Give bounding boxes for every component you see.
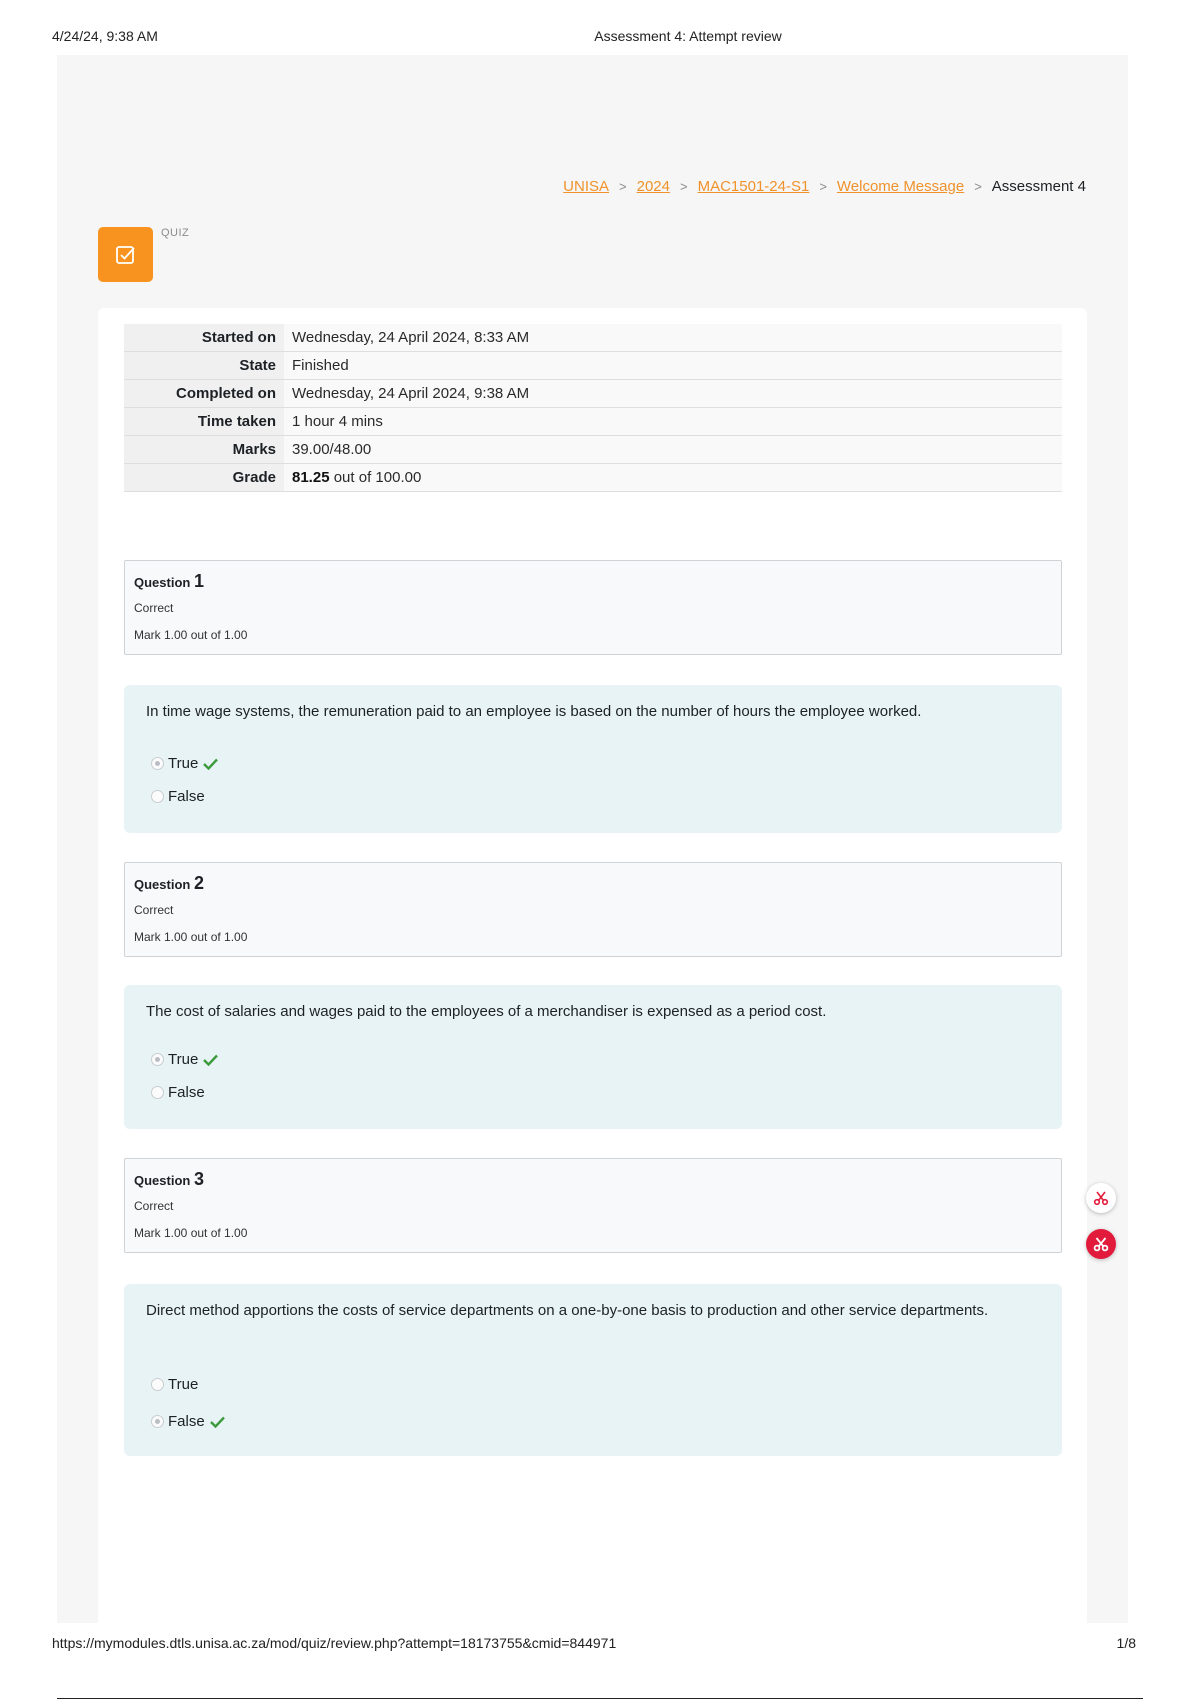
breadcrumb-link-welcome[interactable]: Welcome Message xyxy=(837,178,964,195)
question-num: 2 xyxy=(193,873,204,893)
summary-label: Completed on xyxy=(124,379,284,408)
question-number: Question 1 xyxy=(134,571,204,592)
question-content-3: Direct method apportions the costs of se… xyxy=(124,1284,1062,1456)
summary-row-marks: Marks 39.00/48.00 xyxy=(124,435,1062,464)
summary-label: Marks xyxy=(124,435,284,464)
question-content-1: In time wage systems, the remuneration p… xyxy=(124,685,1062,833)
summary-value: 39.00/48.00 xyxy=(284,435,1062,464)
radio-unselected[interactable] xyxy=(151,790,164,803)
breadcrumb-link-course[interactable]: MAC1501-24-S1 xyxy=(698,178,810,195)
summary-value: Wednesday, 24 April 2024, 9:38 AM xyxy=(284,379,1062,408)
radio-unselected[interactable] xyxy=(151,1086,164,1099)
question-content-2: The cost of salaries and wages paid to t… xyxy=(124,985,1062,1129)
clip-action-button[interactable] xyxy=(1086,1229,1116,1259)
scissors-icon xyxy=(1093,1191,1109,1206)
page-divider xyxy=(57,1698,1143,1699)
question-number: Question 2 xyxy=(134,873,204,894)
summary-value: Finished xyxy=(284,351,1062,380)
breadcrumb: UNISA > 2024 > MAC1501-24-S1 > Welcome M… xyxy=(563,178,1086,195)
question-num: 1 xyxy=(193,571,204,591)
answer-option-true[interactable]: True xyxy=(151,1376,198,1393)
summary-grade: 81.25 out of 100.00 xyxy=(284,463,1062,492)
grade-value: 81.25 xyxy=(292,469,330,486)
question-info-1: Question 1 Correct Mark 1.00 out of 1.00 xyxy=(124,560,1062,655)
question-number: Question 3 xyxy=(134,1169,204,1190)
breadcrumb-link-unisa[interactable]: UNISA xyxy=(563,178,609,195)
summary-label: Started on xyxy=(124,324,284,352)
question-label: Question xyxy=(134,877,191,892)
quiz-checkbox-icon xyxy=(98,227,153,282)
question-label: Question xyxy=(134,1173,191,1188)
radio-selected[interactable] xyxy=(151,1053,164,1066)
summary-value: Wednesday, 24 April 2024, 8:33 AM xyxy=(284,324,1062,352)
answer-label: False xyxy=(168,1413,205,1430)
answer-option-false[interactable]: False xyxy=(151,1084,205,1101)
print-page-number: 1/8 xyxy=(1116,1635,1136,1651)
grade-suffix: out of 100.00 xyxy=(329,469,422,486)
question-num: 3 xyxy=(193,1169,204,1189)
check-icon xyxy=(203,1054,219,1066)
question-info-3: Question 3 Correct Mark 1.00 out of 1.00 xyxy=(124,1158,1062,1253)
radio-selected[interactable] xyxy=(151,757,164,770)
summary-label: Time taken xyxy=(124,407,284,436)
question-mark: Mark 1.00 out of 1.00 xyxy=(134,628,248,642)
question-prompt: Direct method apportions the costs of se… xyxy=(146,1302,989,1319)
summary-row-completed: Completed on Wednesday, 24 April 2024, 9… xyxy=(124,379,1062,408)
print-url: https://mymodules.dtls.unisa.ac.za/mod/q… xyxy=(52,1635,617,1651)
breadcrumb-link-year[interactable]: 2024 xyxy=(637,178,670,195)
check-icon xyxy=(203,758,219,770)
check-icon xyxy=(209,1416,225,1428)
chevron-right-icon: > xyxy=(974,179,982,194)
answer-label: True xyxy=(168,1376,199,1393)
radio-selected[interactable] xyxy=(151,1415,164,1428)
answer-label: True xyxy=(168,1051,199,1068)
attempt-review-panel: Started on Wednesday, 24 April 2024, 8:3… xyxy=(98,308,1087,1623)
breadcrumb-current: Assessment 4 xyxy=(991,178,1086,195)
answer-label: True xyxy=(168,755,199,772)
question-state: Correct xyxy=(134,1199,174,1213)
page-canvas: UNISA > 2024 > MAC1501-24-S1 > Welcome M… xyxy=(57,55,1128,1623)
activity-type-label: QUIZ xyxy=(161,227,190,239)
summary-row-state: State Finished xyxy=(124,351,1062,380)
summary-row-grade: Grade 81.25 out of 100.00 xyxy=(124,463,1062,492)
summary-row-time: Time taken 1 hour 4 mins xyxy=(124,407,1062,436)
answer-option-true[interactable]: True xyxy=(151,755,219,772)
question-info-2: Question 2 Correct Mark 1.00 out of 1.00 xyxy=(124,862,1062,957)
print-page: 4/24/24, 9:38 AM Assessment 4: Attempt r… xyxy=(0,0,1200,1700)
print-title: Assessment 4: Attempt review xyxy=(594,28,782,44)
question-prompt: In time wage systems, the remuneration p… xyxy=(146,703,922,720)
summary-row-started: Started on Wednesday, 24 April 2024, 8:3… xyxy=(124,324,1062,352)
answer-label: False xyxy=(168,788,205,805)
radio-unselected[interactable] xyxy=(151,1378,164,1391)
answer-option-false[interactable]: False xyxy=(151,788,205,805)
question-label: Question xyxy=(134,575,191,590)
question-state: Correct xyxy=(134,903,174,917)
chevron-right-icon: > xyxy=(619,179,627,194)
answer-option-false[interactable]: False xyxy=(151,1413,225,1430)
answer-option-true[interactable]: True xyxy=(151,1051,219,1068)
chevron-right-icon: > xyxy=(679,179,688,194)
attempt-summary-table: Started on Wednesday, 24 April 2024, 8:3… xyxy=(124,324,1062,492)
chevron-right-icon: > xyxy=(819,179,827,194)
question-mark: Mark 1.00 out of 1.00 xyxy=(134,930,248,944)
summary-label: State xyxy=(124,351,284,380)
question-state: Correct xyxy=(134,601,174,615)
question-mark: Mark 1.00 out of 1.00 xyxy=(134,1226,248,1240)
summary-value: 1 hour 4 mins xyxy=(284,407,1062,436)
clip-tool-button[interactable] xyxy=(1086,1183,1116,1213)
answer-label: False xyxy=(168,1084,205,1101)
summary-label: Grade xyxy=(124,463,284,492)
scissors-white-icon xyxy=(1093,1237,1109,1252)
question-prompt: The cost of salaries and wages paid to t… xyxy=(146,1003,827,1020)
